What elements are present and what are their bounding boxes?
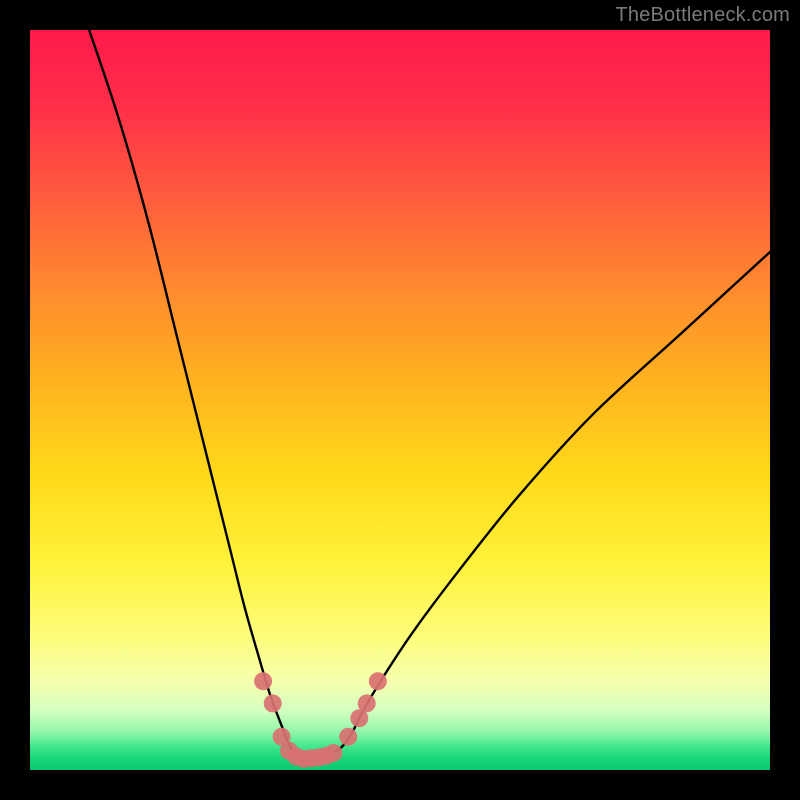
chart-frame: TheBottleneck.com [0,0,800,800]
curve-layer [30,30,770,770]
curve-marker [369,672,387,690]
bottleneck-curve [89,30,770,759]
curve-markers [254,672,387,768]
curve-marker [254,672,272,690]
curve-marker [324,744,342,762]
plot-area [30,30,770,770]
curve-marker [358,694,376,712]
bottleneck-curve-path [89,30,770,759]
curve-marker [264,694,282,712]
watermark-text: TheBottleneck.com [615,4,790,27]
curve-marker [339,728,357,746]
